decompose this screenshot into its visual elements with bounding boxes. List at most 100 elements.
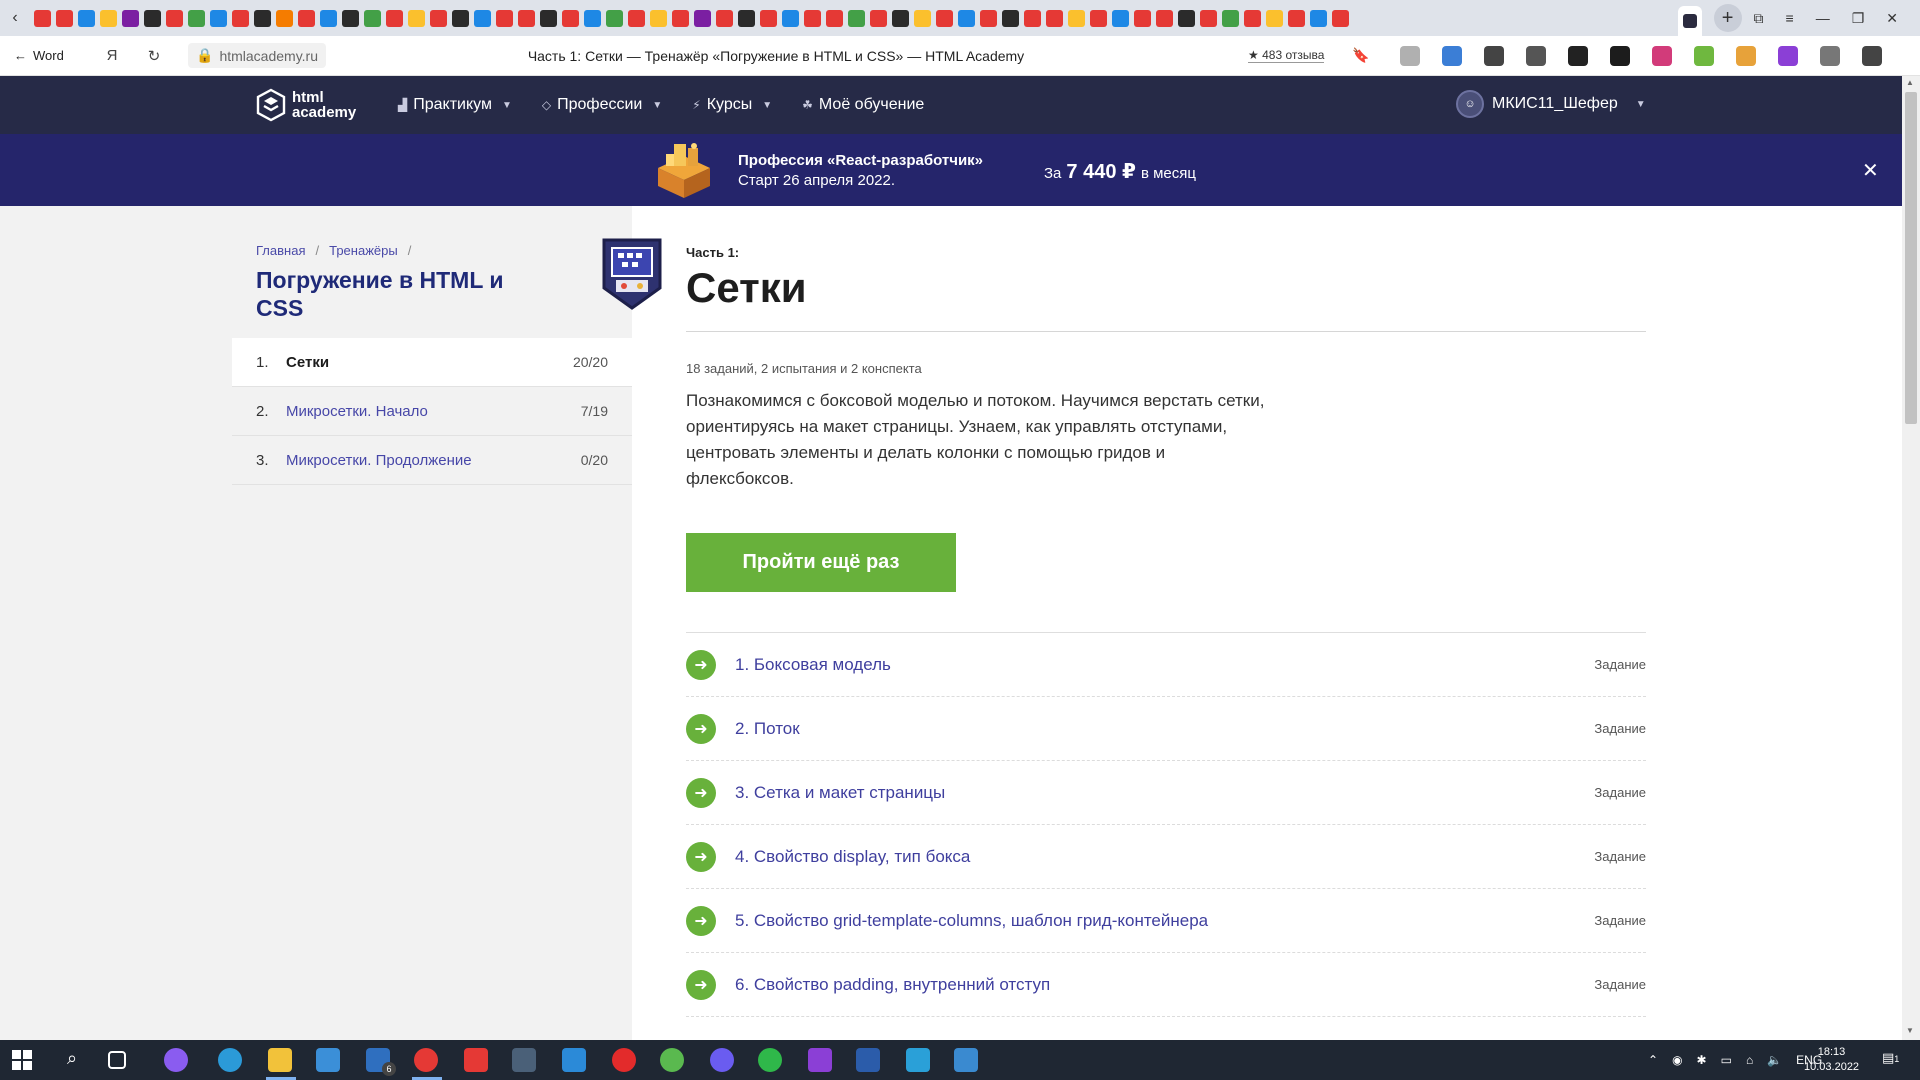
bluetooth-icon[interactable]: ✱ xyxy=(1697,1053,1707,1067)
nav-item-professions[interactable]: ◇ Профессии ▼ xyxy=(542,96,662,114)
network-icon[interactable]: ⌂ xyxy=(1746,1053,1753,1067)
tab-favicon-icon[interactable] xyxy=(474,9,491,27)
reload-icon[interactable]: ↻ xyxy=(144,46,164,66)
tab-favicon-icon[interactable] xyxy=(672,9,689,27)
photos-icon[interactable] xyxy=(954,1048,978,1072)
extension-rainbow-icon[interactable] xyxy=(1736,45,1756,66)
tab-favicon-icon[interactable] xyxy=(1002,9,1019,27)
tab-favicon-icon[interactable] xyxy=(34,9,51,27)
task-row[interactable]: ➜ 2. Поток Задание xyxy=(686,697,1646,761)
tab-favicon-icon[interactable] xyxy=(562,9,579,27)
task-row[interactable]: ➜ 3. Сетка и макет страницы Задание xyxy=(686,761,1646,825)
collections-icon[interactable] xyxy=(1820,45,1840,66)
store-icon[interactable] xyxy=(316,1048,340,1072)
user-menu[interactable]: ☺ МКИС11_Шефер ▼ xyxy=(1456,90,1646,118)
tab-favicon-icon[interactable] xyxy=(1222,9,1239,27)
task-name[interactable]: 2. Поток xyxy=(735,719,1594,739)
edge-icon[interactable] xyxy=(218,1048,242,1072)
promo-banner[interactable]: Профессия «React-разработчик» Старт 26 а… xyxy=(0,134,1902,206)
tab-favicon-icon[interactable] xyxy=(386,9,403,27)
tab-favicon-icon[interactable] xyxy=(56,9,73,27)
network-app-icon[interactable] xyxy=(906,1048,930,1072)
extension-pen-icon[interactable] xyxy=(1442,45,1462,66)
task-row[interactable]: ➜ 5. Свойство grid-template-columns, шаб… xyxy=(686,889,1646,953)
tab-favicon-icon[interactable] xyxy=(1310,9,1327,27)
tab-favicon-icon[interactable] xyxy=(848,9,865,27)
volume-icon[interactable]: 🔈 xyxy=(1767,1053,1782,1067)
reviews-link[interactable]: ★ 483 отзыва xyxy=(1248,48,1325,63)
windows-start-icon[interactable] xyxy=(12,1050,32,1070)
steam-icon[interactable]: ◉ xyxy=(1672,1053,1682,1067)
url-field[interactable]: 🔒 htmlacademy.ru xyxy=(188,43,326,68)
yandex-icon[interactable] xyxy=(464,1048,488,1072)
task-name[interactable]: 5. Свойство grid-template-columns, шабло… xyxy=(735,911,1594,931)
notepad-icon[interactable] xyxy=(562,1048,586,1072)
extension-color-icon[interactable] xyxy=(1652,45,1672,66)
tab-favicon-icon[interactable] xyxy=(892,9,909,27)
tab-favicon-icon[interactable] xyxy=(936,9,953,27)
tab-favicon-icon[interactable] xyxy=(1266,9,1283,27)
calculator-icon[interactable] xyxy=(512,1048,536,1072)
bookmark-icon[interactable]: 🔖 xyxy=(1352,47,1369,64)
download-icon[interactable] xyxy=(1694,45,1714,66)
display-icon[interactable]: ▭ xyxy=(1721,1053,1732,1067)
new-tab-button[interactable]: + xyxy=(1713,4,1742,32)
task-row[interactable]: ➜ 6. Свойство padding, внутренний отступ… xyxy=(686,953,1646,1017)
tabs-manager-icon[interactable]: ⧉ xyxy=(1754,10,1764,27)
tab-favicon-icon[interactable] xyxy=(804,9,821,27)
telegram-icon[interactable] xyxy=(660,1048,684,1072)
tab-favicon-icon[interactable] xyxy=(496,9,513,27)
search-icon[interactable]: ⌕ xyxy=(60,1048,84,1072)
clock[interactable]: 18:13 10.03.2022 xyxy=(1804,1045,1859,1075)
tab-favicon-icon[interactable] xyxy=(958,9,975,27)
tab-favicon-icon[interactable] xyxy=(188,9,205,27)
tab-favicon-icon[interactable] xyxy=(694,9,711,27)
tab-favicon-icon[interactable] xyxy=(78,9,95,27)
task-row[interactable]: ➜ 4. Свойство display, тип бокса Задание xyxy=(686,825,1646,889)
active-tab[interactable] xyxy=(1677,6,1702,36)
tab-favicon-icon[interactable] xyxy=(364,9,381,27)
tab-favicon-icon[interactable] xyxy=(782,9,799,27)
lesson-item[interactable]: 2. Микросетки. Начало 7/19 xyxy=(232,387,632,436)
close-icon[interactable]: ✕ xyxy=(1862,158,1879,183)
tab-favicon-icon[interactable] xyxy=(320,9,337,27)
extension-check-icon[interactable] xyxy=(1568,45,1588,66)
tab-favicon-icon[interactable] xyxy=(430,9,447,27)
vk-icon[interactable] xyxy=(1610,45,1630,66)
tab-favicon-icon[interactable] xyxy=(1332,9,1349,27)
twitch-icon[interactable] xyxy=(808,1048,832,1072)
scroll-down-arrow-icon[interactable]: ▼ xyxy=(1906,1026,1914,1035)
task-name[interactable]: 4. Свойство display, тип бокса xyxy=(735,847,1594,867)
tab-favicon-icon[interactable] xyxy=(144,9,161,27)
nav-item-my-learning[interactable]: ☘ Моё обучение xyxy=(802,96,924,114)
tab-favicon-icon[interactable] xyxy=(980,9,997,27)
tab-favicon-icon[interactable] xyxy=(1244,9,1261,27)
tab-favicon-icon[interactable] xyxy=(628,9,645,27)
tab-favicon-icon[interactable] xyxy=(122,9,139,27)
tab-favicon-icon[interactable] xyxy=(1178,9,1195,27)
close-window-button[interactable]: ✕ xyxy=(1886,10,1898,27)
tab-favicon-icon[interactable] xyxy=(1090,9,1107,27)
tab-favicon-icon[interactable] xyxy=(870,9,887,27)
word-icon[interactable] xyxy=(856,1048,880,1072)
tab-favicon-icon[interactable] xyxy=(1156,9,1173,27)
breadcrumb-trainers[interactable]: Тренажёры xyxy=(329,243,398,258)
scroll-up-arrow-icon[interactable]: ▲ xyxy=(1906,78,1914,87)
back-button[interactable]: ← Word xyxy=(0,48,80,63)
tab-favicon-icon[interactable] xyxy=(826,9,843,27)
scrollbar-thumb[interactable] xyxy=(1905,92,1917,424)
tab-favicon-icon[interactable] xyxy=(1288,9,1305,27)
tab-favicon-icon[interactable] xyxy=(452,9,469,27)
lesson-item[interactable]: 3. Микросетки. Продолжение 0/20 xyxy=(232,436,632,485)
breadcrumb-home[interactable]: Главная xyxy=(256,243,305,258)
task-name[interactable]: 6. Свойство padding, внутренний отступ xyxy=(735,975,1594,995)
chevron-up-icon[interactable]: ⌃ xyxy=(1648,1053,1658,1067)
downloads-arrow-icon[interactable] xyxy=(1862,45,1882,66)
tab-favicon-icon[interactable] xyxy=(1200,9,1217,27)
tab-favicon-icon[interactable] xyxy=(1068,9,1085,27)
discord-icon[interactable] xyxy=(710,1048,734,1072)
task-name[interactable]: 1. Боксовая модель xyxy=(735,655,1594,675)
tab-favicon-icon[interactable] xyxy=(914,9,931,27)
minimize-button[interactable]: — xyxy=(1816,10,1830,26)
tab-favicon-icon[interactable] xyxy=(1046,9,1063,27)
